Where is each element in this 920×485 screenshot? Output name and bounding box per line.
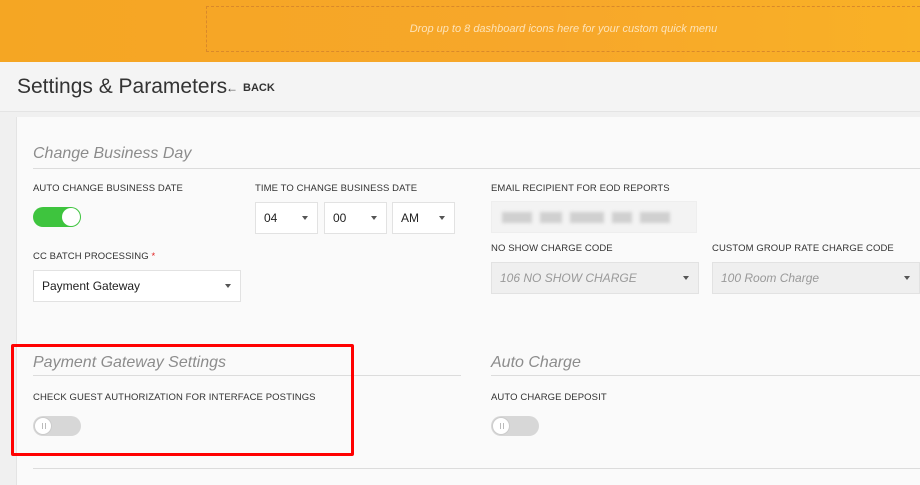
caret-down-icon bbox=[904, 276, 910, 280]
auto-change-business-date-label: AUTO CHANGE BUSINESS DATE bbox=[33, 183, 183, 194]
back-label: BACK bbox=[243, 82, 275, 94]
minute-select[interactable]: 00 bbox=[324, 202, 387, 234]
quick-menu-placeholder: Drop up to 8 dashboard icons here for yo… bbox=[409, 23, 718, 35]
top-bar: Drop up to 8 dashboard icons here for yo… bbox=[0, 0, 920, 62]
arrow-left-icon: ← bbox=[226, 81, 238, 95]
page-title: Settings & Parameters bbox=[17, 75, 228, 98]
cc-batch-processing-value: Payment Gateway bbox=[42, 279, 141, 293]
email-recipient-field[interactable] bbox=[491, 201, 697, 233]
no-show-charge-code-label: NO SHOW CHARGE CODE bbox=[491, 243, 613, 254]
highlight-box bbox=[11, 344, 354, 456]
custom-group-rate-charge-code-value: 100 Room Charge bbox=[721, 271, 820, 285]
hour-select[interactable]: 04 bbox=[255, 202, 318, 234]
back-button[interactable]: ← BACK bbox=[226, 81, 275, 95]
ampm-select[interactable]: AM bbox=[392, 202, 455, 234]
no-show-charge-code-value: 106 NO SHOW CHARGE bbox=[500, 271, 637, 285]
auto-charge-deposit-toggle[interactable] bbox=[491, 416, 539, 436]
section-divider bbox=[491, 375, 920, 376]
caret-down-icon bbox=[225, 284, 231, 288]
no-show-charge-code-select[interactable]: 106 NO SHOW CHARGE bbox=[491, 262, 699, 294]
cc-batch-processing-label: CC BATCH PROCESSING * bbox=[33, 251, 156, 262]
toggle-knob bbox=[492, 417, 510, 435]
auto-change-business-date-toggle[interactable] bbox=[33, 207, 81, 227]
quick-menu-dropzone[interactable]: Drop up to 8 dashboard icons here for yo… bbox=[206, 6, 920, 52]
cc-batch-processing-select[interactable]: Payment Gateway bbox=[33, 270, 241, 302]
caret-down-icon bbox=[439, 216, 445, 220]
caret-down-icon bbox=[371, 216, 377, 220]
minute-value: 00 bbox=[333, 211, 347, 225]
auto-charge-deposit-label: AUTO CHARGE DEPOSIT bbox=[491, 392, 607, 403]
hour-value: 04 bbox=[264, 211, 278, 225]
custom-group-rate-charge-code-label: CUSTOM GROUP RATE CHARGE CODE bbox=[712, 243, 894, 254]
required-marker: * bbox=[151, 251, 156, 262]
caret-down-icon bbox=[302, 216, 308, 220]
time-to-change-label: TIME TO CHANGE BUSINESS DATE bbox=[255, 183, 418, 194]
section-title-change-business-day: Change Business Day bbox=[33, 145, 192, 162]
custom-group-rate-charge-code-select[interactable]: 100 Room Charge bbox=[712, 262, 920, 294]
bottom-divider bbox=[33, 468, 920, 469]
section-title-auto-charge: Auto Charge bbox=[491, 354, 581, 371]
ampm-value: AM bbox=[401, 211, 419, 225]
page-header: Settings & Parameters ← BACK bbox=[0, 62, 920, 112]
toggle-knob bbox=[62, 208, 80, 226]
email-recipient-label: EMAIL RECIPIENT FOR EOD REPORTS bbox=[491, 183, 670, 194]
caret-down-icon bbox=[683, 276, 689, 280]
section-divider bbox=[33, 168, 920, 169]
